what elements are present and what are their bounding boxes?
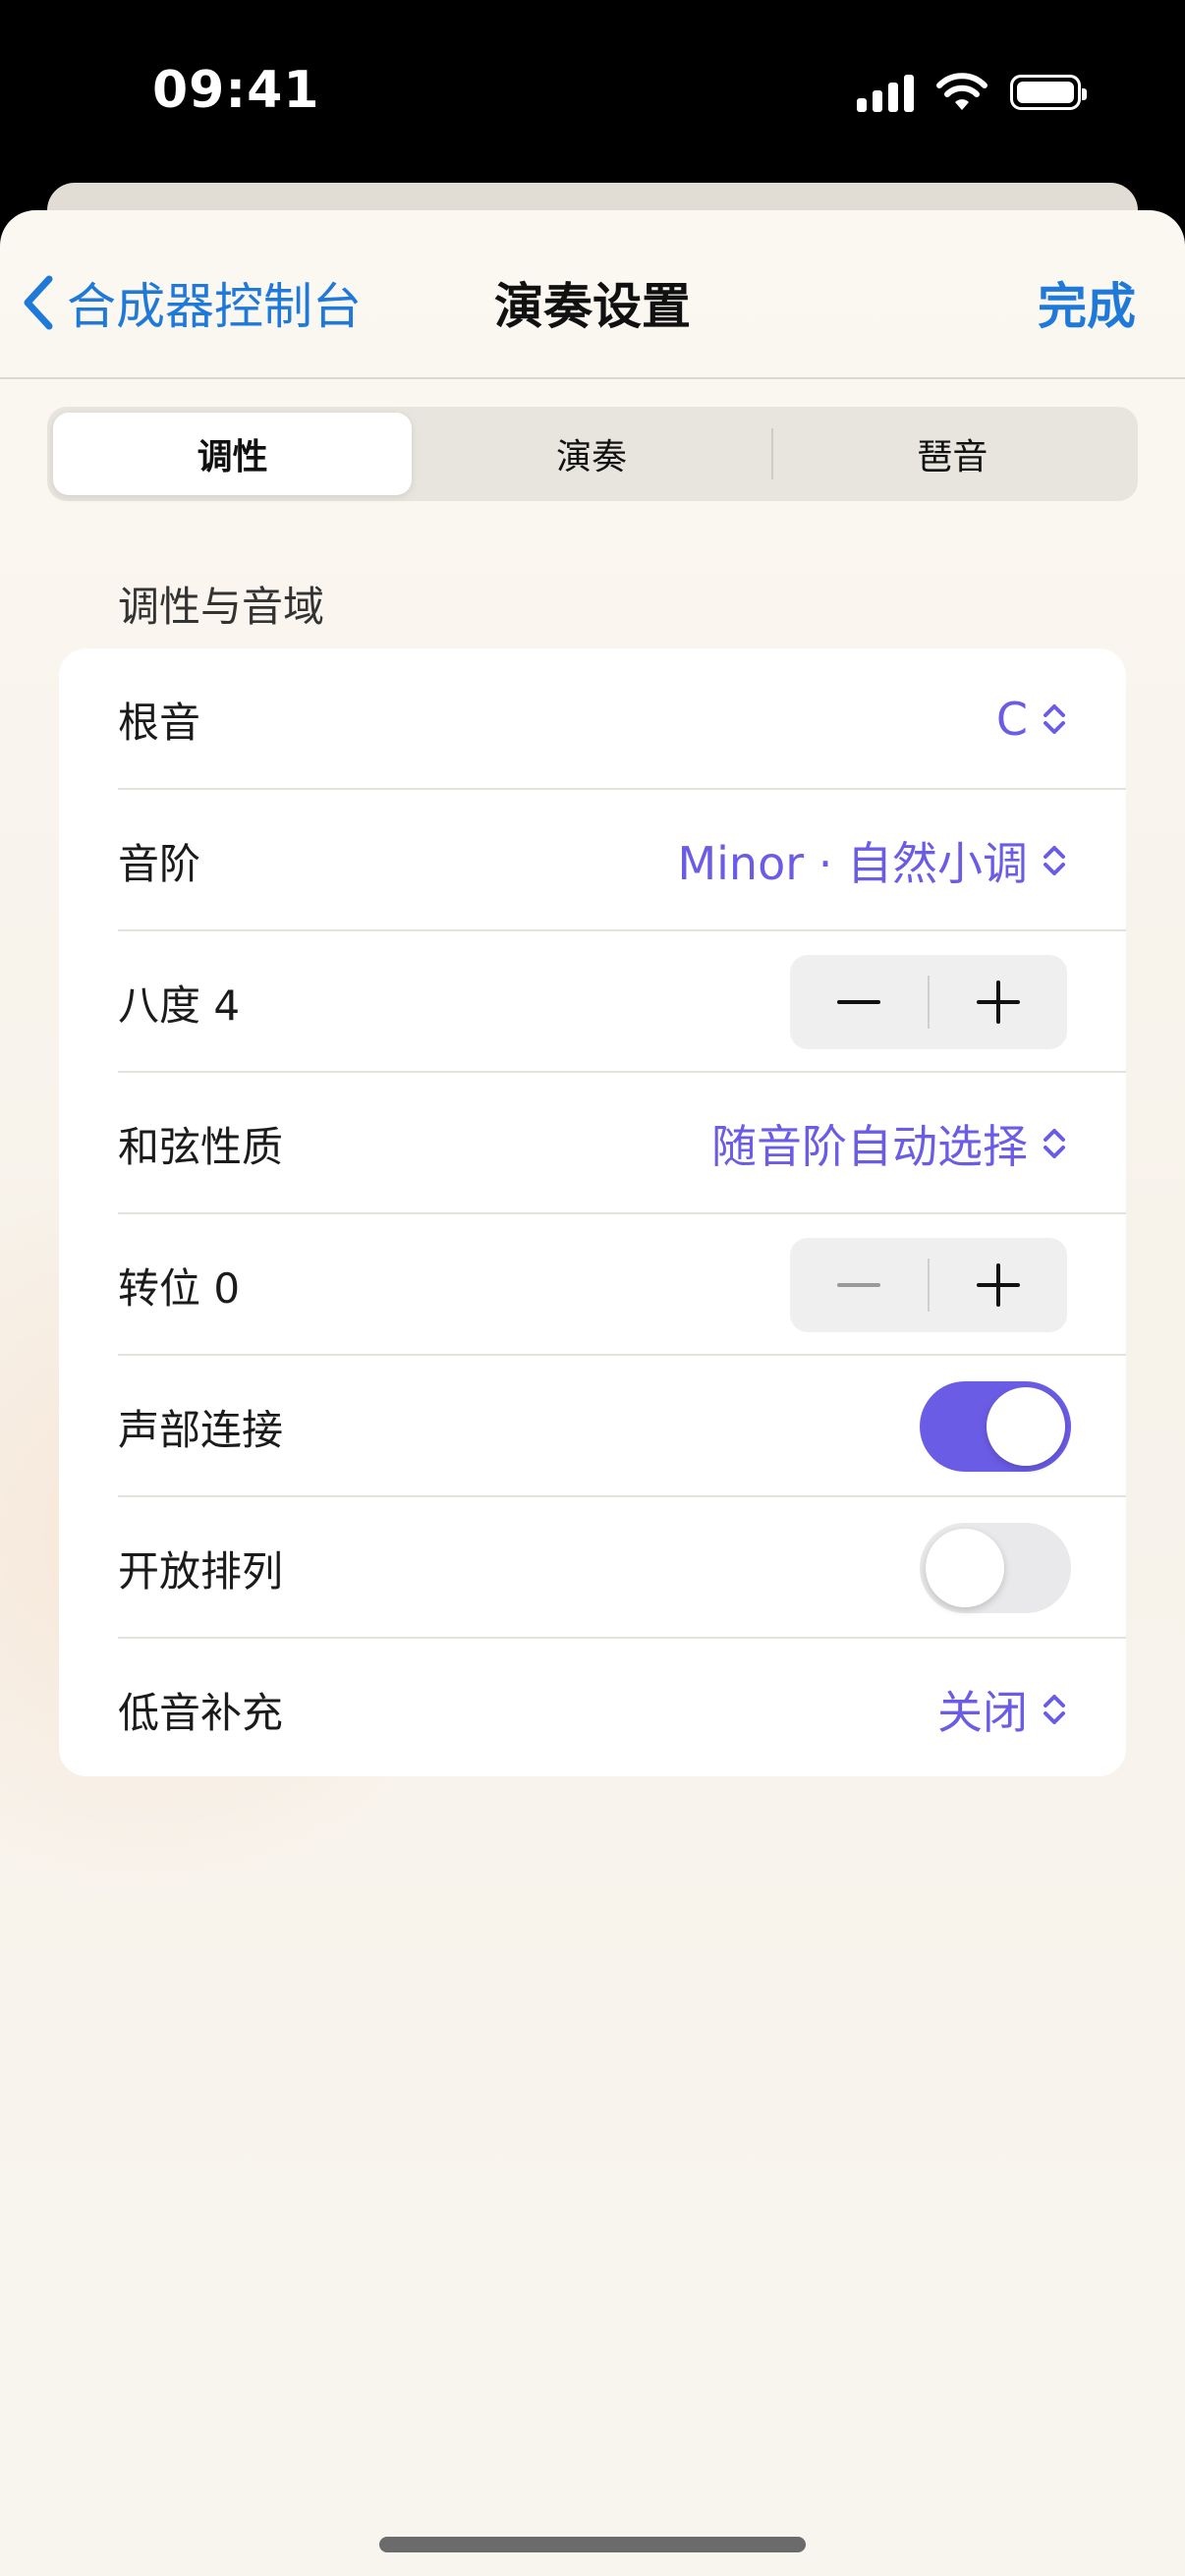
voice-leading-label: 声部连接 bbox=[118, 1405, 284, 1454]
octave-stepper bbox=[790, 955, 1067, 1049]
status-time: 09:41 bbox=[152, 61, 320, 120]
segmented-control: 调性 演奏 琶音 bbox=[47, 407, 1138, 501]
segment-performance[interactable]: 演奏 bbox=[412, 413, 770, 495]
inversion-stepper bbox=[790, 1238, 1067, 1332]
chord-quality-value: 随音阶自动选择 bbox=[711, 1120, 1028, 1173]
status-bar: 09:41 bbox=[0, 0, 1185, 187]
plus-icon bbox=[977, 1263, 1020, 1307]
scale-picker[interactable]: Minor · 自然小调 bbox=[677, 828, 1067, 893]
settings-sheet: 合成器控制台 演奏设置 完成 调性 演奏 琶音 调性与音域 根音 C 音阶 Mi… bbox=[0, 210, 1185, 2576]
row-scale: 音阶 Minor · 自然小调 bbox=[59, 790, 1126, 931]
chevron-up-down-icon bbox=[1044, 846, 1065, 875]
row-octave: 八度 4 bbox=[59, 931, 1126, 1073]
open-voicing-toggle[interactable] bbox=[920, 1523, 1071, 1613]
settings-card: 根音 C 音阶 Minor · 自然小调 八度 4 和弦性质 随音阶自动选择 转… bbox=[59, 648, 1126, 1776]
plus-icon bbox=[977, 980, 1020, 1024]
chord-quality-picker[interactable]: 随音阶自动选择 bbox=[711, 1111, 1067, 1176]
chevron-up-down-icon bbox=[1044, 1129, 1065, 1158]
root-note-picker[interactable]: C bbox=[996, 693, 1067, 746]
octave-decrement-button[interactable] bbox=[790, 955, 928, 1049]
scale-value: Minor · 自然小调 bbox=[677, 837, 1028, 890]
voice-leading-toggle[interactable] bbox=[920, 1381, 1071, 1472]
chord-quality-label: 和弦性质 bbox=[118, 1122, 284, 1171]
minus-icon bbox=[837, 1000, 880, 1004]
bass-fill-picker[interactable]: 关闭 bbox=[937, 1677, 1067, 1742]
octave-label: 八度 4 bbox=[118, 980, 241, 1030]
chevron-up-down-icon bbox=[1044, 1695, 1065, 1724]
inversion-label: 转位 0 bbox=[118, 1263, 241, 1313]
scale-label: 音阶 bbox=[118, 839, 201, 888]
root-note-label: 根音 bbox=[118, 698, 201, 747]
segment-arpeggio[interactable]: 琶音 bbox=[773, 413, 1132, 495]
battery-icon bbox=[1010, 75, 1087, 110]
home-indicator[interactable] bbox=[379, 2537, 806, 2552]
section-header: 调性与音域 bbox=[118, 583, 325, 631]
root-note-value: C bbox=[995, 693, 1028, 746]
inversion-decrement-button[interactable] bbox=[790, 1238, 928, 1332]
row-voice-leading: 声部连接 bbox=[59, 1356, 1126, 1497]
row-inversion: 转位 0 bbox=[59, 1214, 1126, 1356]
segment-tonality[interactable]: 调性 bbox=[53, 413, 413, 495]
navigation-bar: 合成器控制台 演奏设置 完成 bbox=[0, 210, 1185, 379]
inversion-increment-button[interactable] bbox=[930, 1238, 1067, 1332]
page-title: 演奏设置 bbox=[494, 278, 691, 335]
row-open-voicing: 开放排列 bbox=[59, 1497, 1126, 1639]
bass-fill-value: 关闭 bbox=[937, 1686, 1028, 1739]
chevron-up-down-icon bbox=[1044, 704, 1065, 734]
minus-icon bbox=[837, 1283, 880, 1287]
done-button[interactable]: 完成 bbox=[1038, 267, 1136, 338]
row-root-note: 根音 C bbox=[59, 648, 1126, 790]
row-bass-fill: 低音补充 关闭 bbox=[59, 1639, 1126, 1776]
status-icons bbox=[857, 73, 1087, 112]
bass-fill-label: 低音补充 bbox=[118, 1688, 284, 1737]
wifi-icon bbox=[936, 73, 988, 110]
cellular-signal-icon bbox=[857, 73, 914, 112]
row-chord-quality: 和弦性质 随音阶自动选择 bbox=[59, 1073, 1126, 1214]
open-voicing-label: 开放排列 bbox=[118, 1546, 284, 1596]
octave-increment-button[interactable] bbox=[930, 955, 1067, 1049]
